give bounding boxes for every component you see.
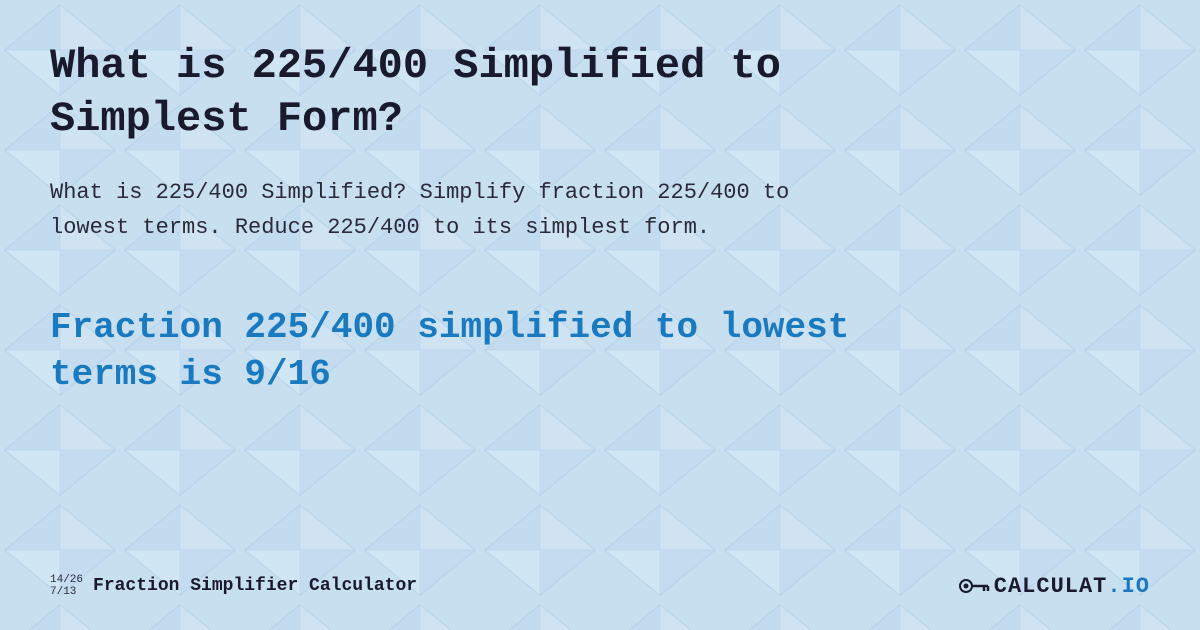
page-title: What is 225/400 Simplified to Simplest F… — [50, 40, 830, 145]
footer-fraction-bottom: 7/13 — [50, 586, 83, 598]
footer-logo: CALCULAT.IO — [958, 572, 1150, 600]
footer-fraction-top: 14/26 — [50, 574, 83, 586]
footer: 14/26 7/13 Fraction Simplifier Calculato… — [50, 552, 1150, 600]
result-section: Fraction 225/400 simplified to lowest te… — [50, 305, 1150, 552]
logo-icon — [958, 572, 990, 600]
logo-text: CALCULAT.IO — [994, 574, 1150, 599]
footer-brand-label: Fraction Simplifier Calculator — [93, 576, 417, 596]
footer-fraction: 14/26 7/13 — [50, 574, 83, 598]
result-text: Fraction 225/400 simplified to lowest te… — [50, 305, 950, 399]
description-text: What is 225/400 Simplified? Simplify fra… — [50, 175, 810, 245]
